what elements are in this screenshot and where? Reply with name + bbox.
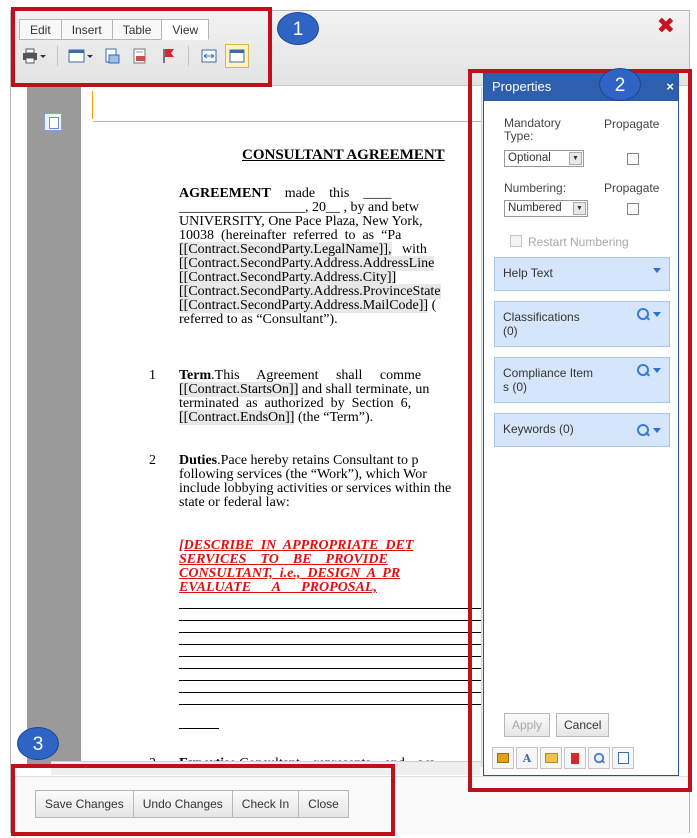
document-line: [[Contract.SecondParty.Address.ProvinceS… bbox=[179, 284, 441, 299]
line-text: and shall terminate, un bbox=[298, 382, 430, 397]
merge-field[interactable]: [[Contract.SecondParty.Address.ProvinceS… bbox=[179, 284, 441, 299]
merge-field[interactable]: [[Contract.SecondParty.Address.MailCode]… bbox=[179, 298, 429, 313]
section-number: 1 bbox=[149, 368, 156, 383]
line-text: made this ____ bbox=[270, 186, 392, 201]
document-line: 10038 (hereinafter referred to as “Pa bbox=[179, 229, 401, 243]
blank-fill-line bbox=[179, 644, 481, 645]
document-line: [[Contract.SecondParty.Address.City]] bbox=[179, 270, 397, 285]
callout-properties-box bbox=[468, 69, 692, 792]
merge-field[interactable]: [[Contract.StartsOn]] bbox=[179, 382, 299, 397]
bold-term: AGREEMENT bbox=[179, 186, 271, 201]
line-text: ( bbox=[428, 298, 437, 313]
bold-term: Duties bbox=[179, 453, 218, 468]
line-text: (the “Term”). bbox=[294, 410, 374, 425]
document-title: CONSULTANT AGREEMENT bbox=[242, 147, 445, 163]
header-marker bbox=[92, 91, 93, 119]
instruction-placeholder-line: [DESCRIBE IN APPROPRIATE DET bbox=[179, 538, 414, 553]
callout-badge-2: 2 bbox=[599, 68, 641, 101]
document-line: __________________, 20__ , by and betw bbox=[179, 201, 419, 215]
blank-fill-line bbox=[179, 680, 481, 681]
document-line: AGREEMENT made this ____ bbox=[179, 187, 391, 201]
line-text: following services (the “Work”), which W… bbox=[179, 467, 427, 482]
document-line: include lobbying activities or services … bbox=[179, 482, 451, 496]
line-text: .This Agreement shall comme bbox=[211, 368, 422, 383]
instruction-placeholder-line: EVALUATE A PROPOSAL, bbox=[179, 580, 377, 595]
document-canvas[interactable]: CONSULTANT AGREEMENT AGREEMENT made this… bbox=[81, 87, 481, 767]
blank-fill-line bbox=[179, 668, 481, 669]
merge-field[interactable]: [[Contract.EndsOn]] bbox=[179, 410, 295, 425]
document-line: terminated as authorized by Section 6, bbox=[179, 397, 411, 411]
merge-field[interactable]: [[Contract.SecondParty.Address.City]] bbox=[179, 270, 397, 285]
bold-term: Term bbox=[179, 368, 212, 383]
document-line: Term.This Agreement shall comme bbox=[179, 369, 421, 383]
document-line: [[Contract.SecondParty.Address.MailCode]… bbox=[179, 298, 437, 313]
document-line: following services (the “Work”), which W… bbox=[179, 468, 427, 482]
merge-field[interactable]: [[Contract.SecondParty.LegalName]], bbox=[179, 242, 392, 257]
line-text: UNIVERSITY, One Pace Plaza, New York, bbox=[179, 214, 423, 229]
blank-fill-line bbox=[179, 656, 481, 657]
header-line bbox=[93, 121, 481, 122]
line-text: state or federal law: bbox=[179, 495, 290, 510]
line-text: terminated as authorized by Section 6, bbox=[179, 396, 412, 411]
blank-fill-line bbox=[179, 632, 481, 633]
document-line: [[Contract.SecondParty.Address.AddressLi… bbox=[179, 256, 435, 271]
blank-fill-line bbox=[179, 608, 481, 609]
line-text: referred to as “Consultant”). bbox=[179, 312, 338, 327]
page-thumbnail-icon[interactable] bbox=[44, 113, 62, 131]
instruction-placeholder-line: CONSULTANT, i.e., DESIGN A PR bbox=[179, 566, 401, 581]
callout-ribbon-box bbox=[11, 7, 272, 87]
document-line: state or federal law: bbox=[179, 496, 290, 510]
document-line: [[Contract.EndsOn]] (the “Term”). bbox=[179, 410, 374, 425]
line-text: with bbox=[391, 242, 427, 257]
document-line: referred to as “Consultant”). bbox=[179, 313, 338, 327]
line-text: __________________, 20__ , by and betw bbox=[179, 200, 419, 215]
document-line: Duties.Pace hereby retains Consultant to… bbox=[179, 454, 419, 468]
line-text: include lobbying activities or services … bbox=[179, 481, 452, 496]
document-line: [[Contract.StartsOn]] and shall terminat… bbox=[179, 382, 430, 397]
section-number: 2 bbox=[149, 453, 156, 468]
blank-fill-line bbox=[179, 620, 481, 621]
page-thumbnail-strip bbox=[27, 87, 81, 767]
blank-fill-line bbox=[179, 728, 219, 729]
blank-fill-line bbox=[179, 704, 481, 705]
merge-field[interactable]: [[Contract.SecondParty.Address.AddressLi… bbox=[179, 256, 435, 271]
document-line: UNIVERSITY, One Pace Plaza, New York, bbox=[179, 215, 423, 229]
callout-footer-box bbox=[11, 764, 395, 836]
callout-badge-3: 3 bbox=[17, 727, 59, 760]
close-icon[interactable]: ✖ bbox=[657, 14, 675, 39]
line-text: .Pace hereby retains Consultant to p bbox=[217, 453, 419, 468]
callout-badge-1: 1 bbox=[277, 12, 319, 45]
blank-fill-line bbox=[179, 692, 481, 693]
line-text: 10038 (hereinafter referred to as “Pa bbox=[179, 228, 402, 243]
instruction-placeholder-line: SERVICES TO BE PROVIDE bbox=[179, 552, 388, 567]
document-line: [[Contract.SecondParty.LegalName]], with bbox=[179, 242, 427, 257]
